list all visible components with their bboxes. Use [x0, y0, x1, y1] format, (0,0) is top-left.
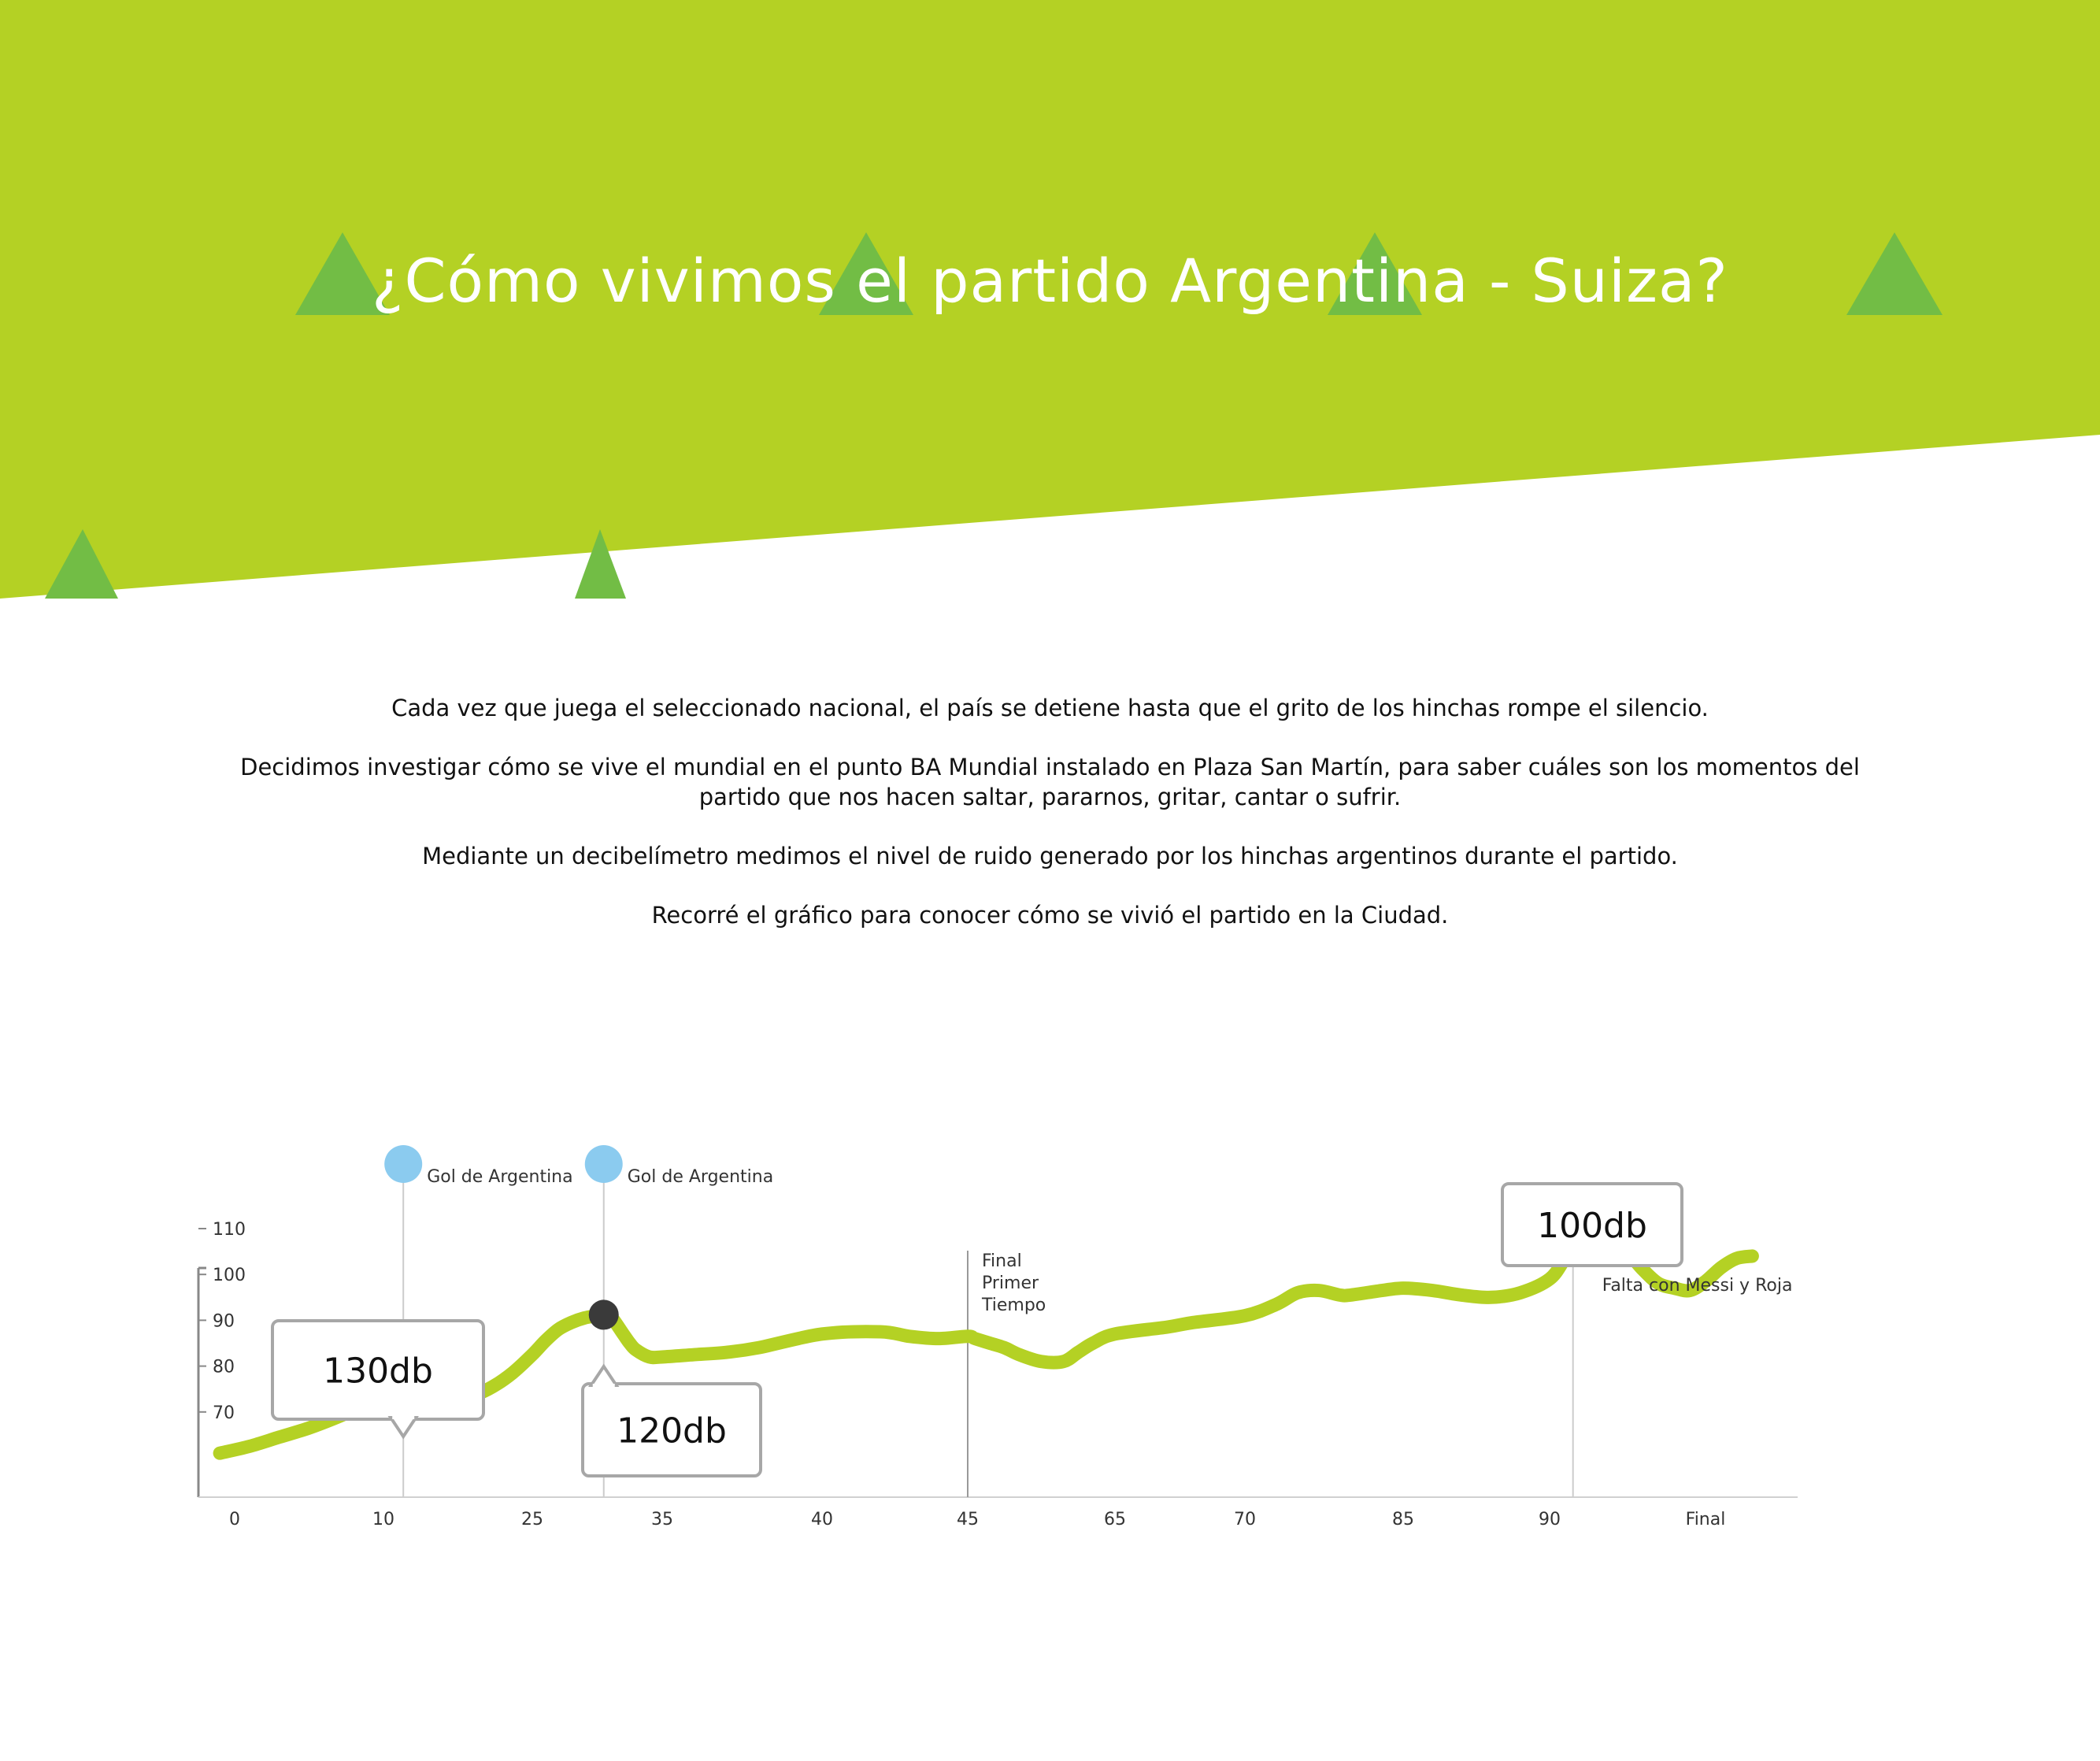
callout-value: 100db: [1537, 1206, 1647, 1246]
db-callout: 130db: [271, 1319, 485, 1440]
x-tick-label: 35: [651, 1510, 673, 1529]
intro-text: Cada vez que juega el seleccionado nacio…: [228, 693, 1872, 959]
x-tick-label: 45: [957, 1510, 979, 1529]
callout-pointer: [588, 1363, 620, 1387]
callout-pointer: [387, 1416, 419, 1440]
goal-marker: [384, 1145, 423, 1183]
callout-value: 130db: [323, 1351, 433, 1392]
y-tick-label: 100: [213, 1266, 246, 1285]
event-label: Falta con Messi y Roja: [1602, 1276, 1793, 1296]
intro-paragraph: Cada vez que juega el seleccionado nacio…: [391, 695, 1709, 721]
db-callout: 100db: [1501, 1182, 1683, 1267]
x-tick-label: 25: [521, 1510, 543, 1529]
callout-value: 120db: [617, 1411, 727, 1451]
event-label: Gol de Argentina: [628, 1167, 773, 1187]
event-label-line: Final: [982, 1251, 1022, 1271]
x-tick-label: 85: [1392, 1510, 1414, 1529]
intro-paragraph: Recorré el gráfico para conocer cómo se …: [651, 902, 1449, 929]
y-tick-label: 110: [213, 1220, 246, 1240]
page-title: ¿Cómo vivimos el partido Argentina - Sui…: [372, 246, 1728, 316]
event-label: Gol de Argentina: [427, 1167, 572, 1187]
event-label: Final Primer Tiempo: [981, 1251, 1046, 1315]
goal-marker: [584, 1145, 623, 1183]
event-label-line: Primer: [982, 1273, 1039, 1293]
x-tick-label: 90: [1539, 1510, 1561, 1529]
db-callout: 120db: [581, 1363, 762, 1477]
event-label-line: Tiempo: [981, 1296, 1046, 1315]
x-tick-label: 40: [811, 1510, 833, 1529]
callout-pointer-mask: [392, 1414, 415, 1419]
y-tick-label: 70: [213, 1403, 235, 1423]
intro-paragraph: Mediante un decibelímetro medimos el niv…: [422, 843, 1678, 869]
x-tick-label: 10: [372, 1510, 394, 1529]
x-tick-label: 0: [229, 1510, 240, 1529]
score-point-marker: [588, 1299, 619, 1330]
intro-paragraph: Decidimos investigar cómo se vive el mun…: [240, 754, 1860, 810]
x-tick-label: 70: [1234, 1510, 1256, 1529]
x-tick-label: Final: [1686, 1510, 1726, 1529]
x-tick-label: 65: [1104, 1510, 1126, 1529]
noise-chart: 70 80 90 100 110 0 10 25 35 40 45 65 70 85 90 Final Gol …: [197, 1145, 1798, 1529]
y-tick-label: 80: [213, 1358, 235, 1377]
callout-pointer-mask: [592, 1384, 615, 1388]
y-tick-label: 90: [213, 1311, 235, 1331]
